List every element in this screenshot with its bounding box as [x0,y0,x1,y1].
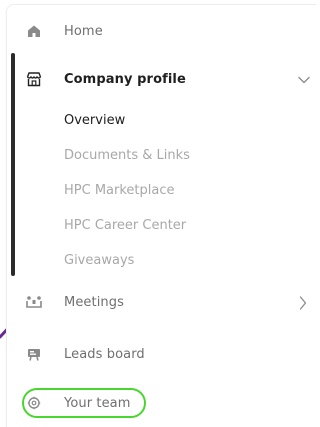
home-icon [25,22,43,40]
nav-item-meetings[interactable]: Meetings [25,290,124,314]
nav-item-home-label: Home [64,23,103,39]
sub-item-overview[interactable]: Overview [64,113,125,128]
sidebar-screenshot: Home Company profile Overview Documents … [0,0,316,427]
chevron-right-icon[interactable] [295,295,311,311]
active-section-indicator [11,53,15,276]
sub-item-hpc-career-center[interactable]: HPC Career Center [64,218,186,233]
nav-item-your-team[interactable]: Your team [25,391,131,415]
nav-item-home[interactable]: Home [25,19,103,43]
gear-icon [25,394,43,412]
leads-board-icon [25,345,43,363]
sub-item-giveaways[interactable]: Giveaways [64,253,134,268]
sub-item-hpc-marketplace[interactable]: HPC Marketplace [64,183,175,198]
nav-item-leads-board[interactable]: Leads board [25,342,145,366]
shop-icon [25,70,43,88]
nav-item-company-profile[interactable]: Company profile [25,67,186,91]
nav-item-leads-board-label: Leads board [64,346,145,362]
meetings-icon [25,293,43,311]
chevron-down-icon[interactable] [296,72,312,88]
nav-item-company-profile-label: Company profile [64,71,186,87]
nav-item-meetings-label: Meetings [64,294,124,310]
nav-item-your-team-label: Your team [64,395,131,411]
sub-item-documents-links[interactable]: Documents & Links [64,148,190,163]
